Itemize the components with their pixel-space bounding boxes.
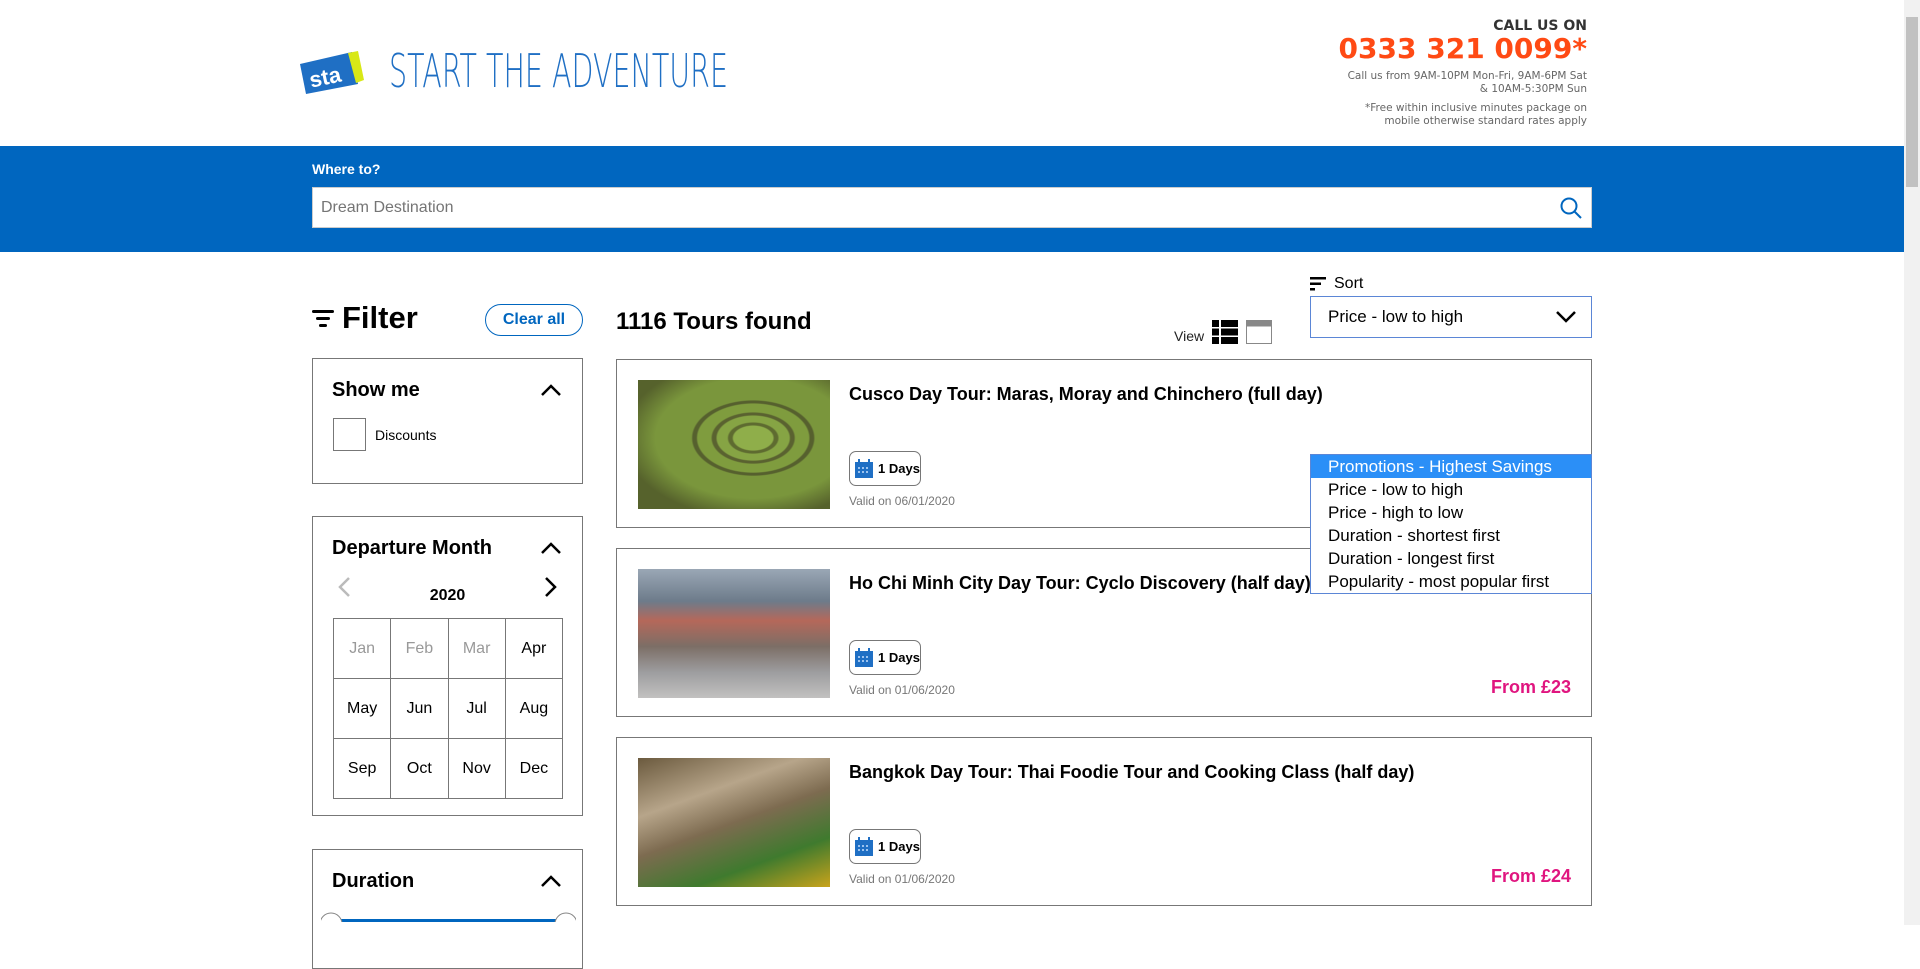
month-aug[interactable]: Aug xyxy=(505,679,563,739)
month-grid: Jan Feb Mar Apr May Jun Jul Aug Sep Oct Nov Dec xyxy=(333,618,563,799)
year-label: 2020 xyxy=(429,587,466,604)
discounts-label: Discounts xyxy=(375,427,437,443)
site-header: sta START THE ADVENTURE CALL US ON 0333 … xyxy=(0,0,1904,146)
tour-title[interactable]: Cusco Day Tour: Maras, Moray and Chinche… xyxy=(849,384,1323,405)
duration-text: 1 Days xyxy=(878,461,920,476)
month-apr[interactable]: Apr xyxy=(505,619,563,679)
list-view-icon[interactable] xyxy=(1212,320,1239,344)
departure-month-title: Departure Month xyxy=(332,537,492,559)
show-me-panel: Show me Discounts xyxy=(312,358,583,484)
sort-select[interactable]: Price - low to high xyxy=(1310,296,1592,338)
results-count: 1116 Tours found xyxy=(616,308,812,335)
tour-card[interactable]: Bangkok Day Tour: Thai Foodie Tour and C… xyxy=(616,737,1592,906)
view-toggle: View xyxy=(1174,320,1273,344)
sort-icon xyxy=(1310,277,1326,291)
calendar-icon xyxy=(855,836,873,856)
sort-label: Sort xyxy=(1334,275,1364,292)
sort-option[interactable]: Price - low to high xyxy=(1311,478,1591,501)
grid-view-icon[interactable] xyxy=(1246,320,1273,344)
departure-month-panel: Departure Month 2020 Jan Feb Mar Apr May Jun J… xyxy=(312,516,583,816)
hours-line-1: Call us from 9AM-10PM Mon-Fri, 9AM-6PM S… xyxy=(1347,70,1587,82)
calendar-icon xyxy=(855,647,873,667)
duration-text: 1 Days xyxy=(878,839,920,854)
search-box xyxy=(312,187,1592,228)
filter-title: Filter xyxy=(342,300,418,335)
sta-travel-logo[interactable]: sta xyxy=(300,50,366,94)
chevron-down-icon xyxy=(1556,311,1576,323)
month-mar: Mar xyxy=(448,619,506,679)
search-label: Where to? xyxy=(312,161,381,177)
calendar-icon xyxy=(855,458,873,478)
tour-image[interactable] xyxy=(638,758,830,887)
search-icon[interactable] xyxy=(1559,196,1583,220)
scrollbar-thumb[interactable] xyxy=(1906,17,1918,187)
chevron-up-icon[interactable] xyxy=(540,541,562,555)
filter-heading: Filter xyxy=(312,300,418,336)
duration-slider[interactable] xyxy=(321,912,576,922)
month-oct[interactable]: Oct xyxy=(391,739,449,799)
tour-title[interactable]: Ho Chi Minh City Day Tour: Cyclo Discove… xyxy=(849,573,1311,594)
svg-text:sta: sta xyxy=(307,61,344,92)
tour-image[interactable] xyxy=(638,569,830,698)
sort-options-list: Promotions - Highest Savings Price - low … xyxy=(1310,454,1592,594)
tour-image[interactable] xyxy=(638,380,830,509)
slider-min-handle xyxy=(321,912,343,922)
month-jul[interactable]: Jul xyxy=(448,679,506,739)
clear-all-button[interactable]: Clear all xyxy=(485,304,583,336)
filter-icon xyxy=(312,310,334,327)
sort-option[interactable]: Price - high to low xyxy=(1311,501,1591,524)
chevron-up-icon[interactable] xyxy=(540,874,562,888)
hours-line-2: & 10AM-5:30PM Sun xyxy=(1479,83,1587,95)
show-me-title: Show me xyxy=(332,379,420,401)
valid-date: Valid on 01/06/2020 xyxy=(849,872,955,886)
phone-number[interactable]: 0333 321 0099* xyxy=(1339,34,1587,64)
view-label: View xyxy=(1174,328,1205,344)
month-feb: Feb xyxy=(391,619,449,679)
duration-badge: 1 Days xyxy=(849,451,921,486)
tour-price: From £24 xyxy=(1490,866,1571,886)
sort-option[interactable]: Duration - shortest first xyxy=(1311,524,1591,547)
month-dec[interactable]: Dec xyxy=(505,739,563,799)
next-year-icon[interactable] xyxy=(544,576,558,598)
sort-option[interactable]: Popularity - most popular first xyxy=(1311,570,1591,593)
duration-text: 1 Days xyxy=(878,650,920,665)
duration-badge: 1 Days xyxy=(849,829,921,864)
month-may[interactable]: May xyxy=(334,679,392,739)
duration-title: Duration xyxy=(332,870,415,892)
discounts-checkbox[interactable] xyxy=(333,418,366,451)
duration-badge: 1 Days xyxy=(849,640,921,675)
sort-selected-value: Price - low to high xyxy=(1328,307,1464,326)
sort-heading: Sort xyxy=(1310,275,1363,293)
sort-option[interactable]: Duration - longest first xyxy=(1311,547,1591,570)
tagline: START THE ADVENTURE xyxy=(389,44,728,98)
month-jun[interactable]: Jun xyxy=(391,679,449,739)
sort-option[interactable]: Promotions - Highest Savings xyxy=(1311,455,1591,478)
duration-panel: Duration xyxy=(312,849,583,969)
tour-price: From £23 xyxy=(1490,677,1571,697)
page-scrollbar[interactable] xyxy=(1904,0,1920,925)
note-line-1: *Free within inclusive minutes package o… xyxy=(1365,102,1587,114)
chevron-up-icon[interactable] xyxy=(540,383,562,397)
month-sep[interactable]: Sep xyxy=(334,739,392,799)
valid-date: Valid on 01/06/2020 xyxy=(849,683,955,697)
note-line-2: mobile otherwise standard rates apply xyxy=(1384,115,1587,127)
call-us-block: CALL US ON 0333 321 0099* Call us from 9… xyxy=(1339,18,1587,128)
month-nov[interactable]: Nov xyxy=(448,739,506,799)
destination-search-input[interactable] xyxy=(313,188,1543,227)
tour-title[interactable]: Bangkok Day Tour: Thai Foodie Tour and C… xyxy=(849,762,1414,783)
valid-date: Valid on 06/01/2020 xyxy=(849,494,955,508)
slider-max-handle xyxy=(554,912,576,922)
month-jan: Jan xyxy=(334,619,392,679)
